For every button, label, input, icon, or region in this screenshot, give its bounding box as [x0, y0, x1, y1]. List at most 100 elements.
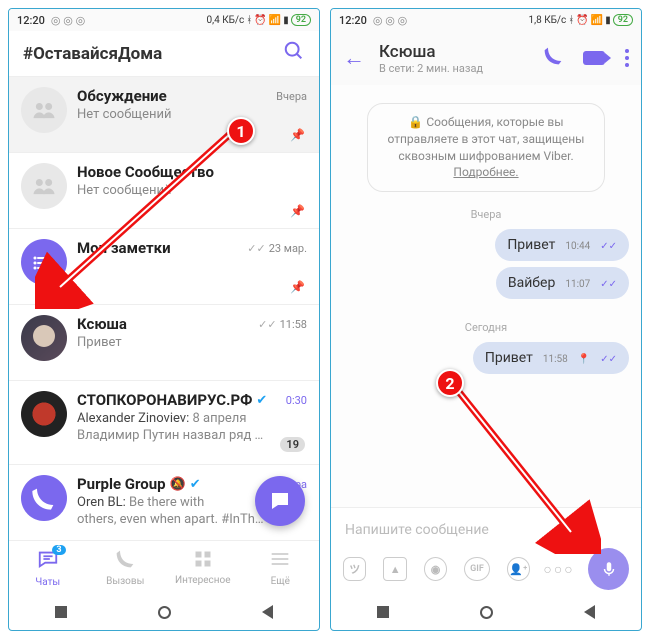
conversation-area: 🔒 Сообщения, которые вы отправляете в эт…: [331, 85, 641, 507]
tab-label: Вызовы: [106, 576, 144, 587]
message-out[interactable]: Привет 10:44 ✓✓: [495, 229, 629, 261]
gallery-icon[interactable]: ▲: [383, 557, 406, 581]
chat-name: СТОПКОРОНАВИРУС.РФ: [77, 391, 252, 409]
chat-name: Purple Group: [77, 475, 166, 493]
chat-item-ksyusha[interactable]: Ксюша✓✓11:58 Привет: [9, 305, 319, 381]
tab-label: Интересное: [175, 575, 231, 586]
chat-item-notes[interactable]: Мои заметки✓✓23 мар. 📌: [9, 229, 319, 305]
location-icon: 📍: [578, 354, 590, 365]
tab-more[interactable]: Ещё: [242, 541, 320, 594]
message-input-bar: Напишите сообщение ツ ▲ ◉ GIF 👤⁺ ○○○: [331, 507, 641, 594]
more-attachments-icon[interactable]: ○○○: [547, 557, 571, 581]
sticker-icon[interactable]: ツ: [343, 557, 366, 581]
signal-icon: ▮: [605, 15, 611, 26]
more-icon: [270, 549, 290, 574]
bottom-tabs: 3 Чаты Вызовы Интересное Ещё: [9, 540, 319, 594]
chat-time: ✓✓23 мар.: [247, 242, 307, 255]
status-right: 0,4 КБ/с ᚼ ⏰ 📶 ▮ 92: [207, 14, 312, 26]
status-data: 1,8 КБ/с: [529, 15, 567, 26]
message-out[interactable]: Вайбер 11:07 ✓✓: [496, 267, 629, 299]
gif-icon[interactable]: GIF: [464, 557, 489, 581]
chat-time: 0:30: [286, 394, 307, 407]
tab-calls[interactable]: Вызовы: [87, 541, 165, 594]
annotation-marker-2: 2: [436, 369, 464, 397]
phone-conversation: 12:20 ◎ ◎ ◎ 1,8 КБ/с ᚼ ⏰ 📶 ▮ 92 ← Ксюша …: [330, 8, 642, 631]
status-icons-left: ◎ ◎ ◎: [51, 14, 85, 27]
pin-icon: 📌: [290, 128, 305, 142]
conversation-header: ← Ксюша В сети: 2 мин. назад: [331, 31, 641, 85]
nav-home[interactable]: [158, 606, 171, 619]
message-text: Привет: [507, 237, 555, 253]
chat-preview: Привет: [77, 335, 307, 352]
contact-status: В сети: 2 мин. назад: [379, 62, 483, 75]
status-bar: 12:20 ◎ ◎ ◎ 1,8 КБ/с ᚼ ⏰ 📶 ▮ 92: [331, 9, 641, 31]
battery-icon: 92: [613, 14, 633, 26]
message-time: 10:44: [565, 241, 590, 252]
tab-explore[interactable]: Интересное: [164, 541, 242, 594]
bluetooth-icon: ᚼ: [246, 15, 252, 26]
battery-icon: 92: [291, 14, 311, 26]
chat-preview: Нет сообщений: [77, 107, 307, 124]
nav-recent[interactable]: [377, 606, 389, 618]
nav-recent[interactable]: [55, 606, 67, 618]
voice-message-button[interactable]: [588, 548, 629, 590]
status-right: 1,8 КБ/с ᚼ ⏰ 📶 ▮ 92: [529, 14, 634, 26]
message-time: 11:07: [565, 279, 590, 290]
encryption-notice[interactable]: 🔒 Сообщения, которые вы отправляете в эт…: [367, 103, 606, 192]
verified-icon: ✔: [256, 393, 267, 408]
chat-preview2: Владимир Путин назвал ряд …: [77, 428, 307, 443]
muted-icon: 🔕: [170, 477, 186, 492]
status-icons-left: ◎ ◎ ◎: [373, 14, 407, 27]
chat-list: ОбсуждениеВчера Нет сообщений 📌 Новое Со…: [9, 77, 319, 540]
encryption-more-link[interactable]: Подробнее.: [453, 165, 518, 179]
message-text: Вайбер: [508, 275, 555, 291]
avatar-photo: [21, 315, 67, 361]
contact-name[interactable]: Ксюша: [379, 42, 483, 62]
chat-list-header: #ОставайсяДома: [9, 31, 319, 77]
annotation-marker-1: 1: [227, 117, 255, 145]
alarm-icon: ⏰: [576, 15, 588, 26]
search-icon[interactable]: [283, 40, 305, 67]
chat-item-discussion[interactable]: ОбсуждениеВчера Нет сообщений 📌: [9, 77, 319, 153]
chat-item-community[interactable]: Новое Сообщество Нет сообщений 📌: [9, 153, 319, 229]
status-data: 0,4 КБ/с: [207, 15, 245, 26]
read-icon: ✓✓: [600, 241, 617, 252]
back-button[interactable]: ←: [343, 45, 365, 71]
checks-icon: ✓✓: [258, 318, 276, 331]
tab-badge: 3: [52, 545, 65, 555]
tab-label: Ещё: [271, 576, 290, 587]
lock-icon: 🔒: [408, 115, 423, 129]
contact-share-icon[interactable]: 👤⁺: [507, 557, 530, 581]
wifi-icon: 📶: [269, 15, 281, 26]
nav-home[interactable]: [480, 606, 493, 619]
date-separator: Вчера: [471, 208, 502, 221]
page-title: #ОставайсяДома: [23, 44, 162, 64]
message-out[interactable]: Привет 11:58 📍 ✓✓: [473, 342, 629, 374]
status-bar: 12:20 ◎ ◎ ◎ 0,4 КБ/с ᚼ ⏰ 📶 ▮ 92: [9, 9, 319, 31]
android-nav: [9, 594, 319, 630]
android-nav: [331, 594, 641, 630]
video-call-icon[interactable]: [583, 51, 605, 65]
chat-preview: Alexander Zinoviev: 8 апреля: [77, 411, 307, 428]
chat-preview: Нет сообщений: [77, 183, 307, 200]
tab-label: Чаты: [35, 577, 60, 588]
checks-icon: ✓✓: [247, 242, 265, 255]
alarm-icon: ⏰: [254, 15, 266, 26]
explore-icon: [194, 550, 212, 573]
date-separator: Сегодня: [465, 321, 507, 334]
more-options-icon[interactable]: [625, 49, 629, 67]
bluetooth-icon: ᚼ: [568, 15, 574, 26]
tab-chats[interactable]: 3 Чаты: [9, 541, 87, 594]
camera-icon[interactable]: ◉: [424, 557, 447, 581]
chat-item-stopcorona[interactable]: СТОПКОРОНАВИРУС.РФ ✔ 0:30 Alexander Zinovi…: [9, 381, 319, 465]
avatar-viber-icon: [21, 475, 67, 521]
message-input[interactable]: Напишите сообщение: [341, 516, 631, 548]
compose-fab[interactable]: [255, 476, 305, 526]
read-icon: ✓✓: [600, 354, 617, 365]
nav-back[interactable]: [584, 605, 595, 619]
nav-back[interactable]: [262, 605, 273, 619]
message-time: 11:58: [543, 354, 568, 365]
avatar-notes-icon: [21, 239, 67, 285]
call-icon[interactable]: [543, 46, 563, 71]
calls-icon: [115, 549, 135, 574]
